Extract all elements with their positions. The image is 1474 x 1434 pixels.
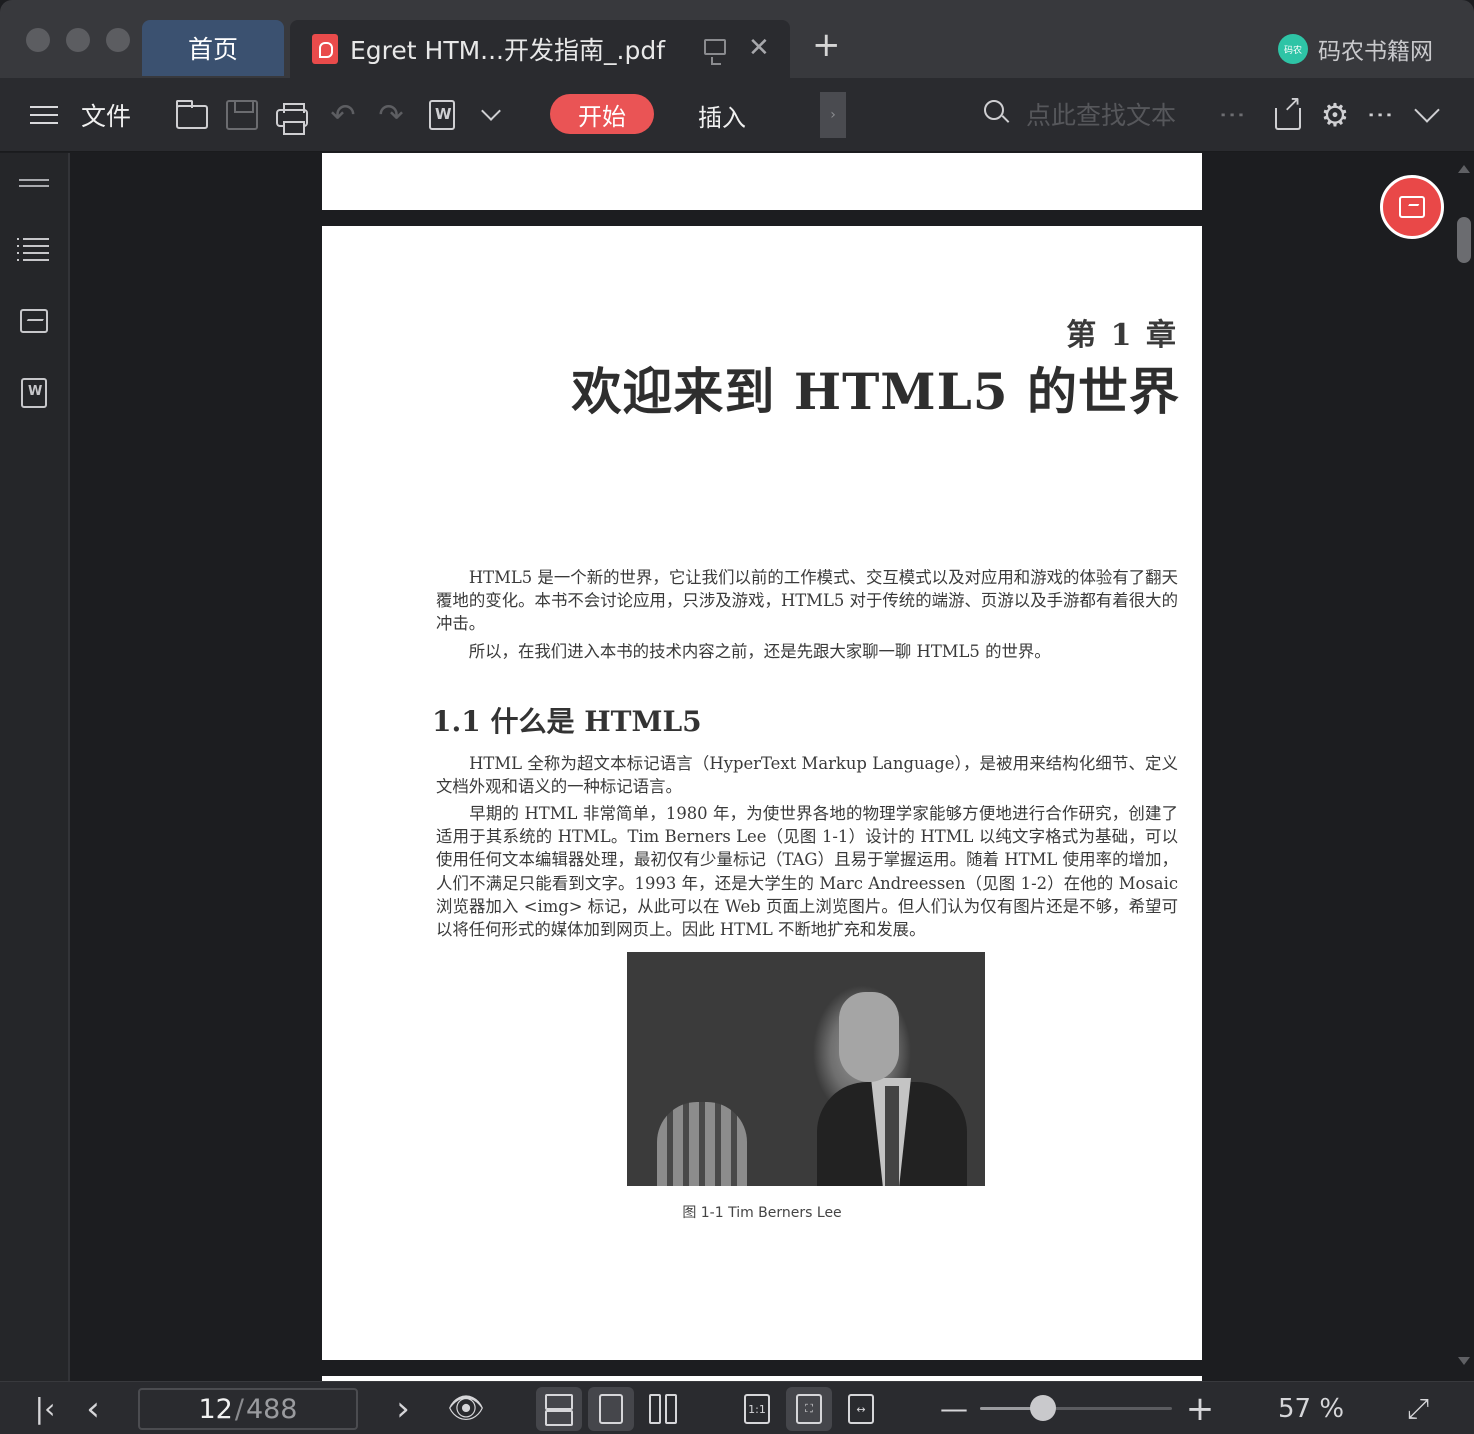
minimize-window-button[interactable]: [66, 28, 90, 52]
redo-button[interactable]: ↷: [374, 78, 408, 152]
sidebar-collapse-icon[interactable]: [16, 165, 52, 201]
section-paragraph-1: HTML 全称为超文本标记语言（HyperText Markup Languag…: [436, 754, 1178, 797]
close-window-button[interactable]: [26, 28, 50, 52]
chapter-title: 欢迎来到 HTML5 的世界: [571, 362, 1180, 421]
gear-icon: ⚙: [1320, 96, 1350, 134]
actual-size-icon: 1:1: [744, 1394, 770, 1424]
total-pages: 488: [245, 1393, 298, 1425]
monitor-icon[interactable]: [704, 39, 726, 65]
scroll-down-arrow[interactable]: [1458, 1357, 1470, 1365]
figure-caption: 图 1-1 Tim Berners Lee: [682, 1205, 842, 1221]
eye-protection-icon[interactable]: 👁: [446, 1382, 486, 1434]
intro-paragraph-2: 所以，在我们进入本书的技术内容之前，还是先跟大家聊一聊 HTML5 的世界。: [436, 642, 1051, 661]
maximize-window-button[interactable]: [106, 28, 130, 52]
left-sidebar: [0, 153, 70, 1381]
previous-page-button[interactable]: ‹: [80, 1382, 106, 1434]
collapse-toolbar-button[interactable]: [1412, 78, 1442, 152]
open-folder-button[interactable]: [174, 78, 210, 152]
continuous-page-icon: [545, 1394, 573, 1426]
zoom-in-button[interactable]: +: [1186, 1382, 1215, 1434]
zoom-slider[interactable]: [980, 1395, 1172, 1421]
menu-icon[interactable]: [28, 78, 60, 152]
convert-icon[interactable]: [16, 375, 52, 411]
save-button[interactable]: [224, 78, 260, 152]
file-menu[interactable]: 文件: [78, 78, 134, 152]
toolbar-tabs-scroll-button[interactable]: ›: [820, 92, 846, 138]
vertical-dots-icon: ⋮: [1217, 102, 1247, 128]
zoom-slider-handle[interactable]: [1030, 1395, 1057, 1421]
toolbar-overflow-button[interactable]: ⋮: [1217, 78, 1247, 152]
figure-photo: [627, 952, 985, 1186]
close-tab-icon[interactable]: ✕: [748, 34, 770, 62]
more-options-button[interactable]: ⋮: [1365, 78, 1395, 152]
save-icon: [226, 100, 258, 130]
next-page-button[interactable]: ›: [390, 1382, 416, 1434]
scroll-up-arrow[interactable]: [1458, 165, 1470, 173]
thumbnails-icon[interactable]: [16, 303, 52, 339]
page-separator: /: [234, 1393, 244, 1425]
print-button[interactable]: [274, 78, 310, 152]
single-page-view-button[interactable]: [588, 1387, 634, 1431]
outline-icon[interactable]: [16, 231, 52, 267]
fit-page-icon: ⛶: [796, 1394, 822, 1424]
pdf-file-icon: [312, 34, 338, 64]
pdf-page: 第 1 章 欢迎来到 HTML5 的世界 HTML5 是一个新的世界，它让我们以…: [322, 226, 1202, 1360]
search-input[interactable]: 点此查找文本: [1026, 96, 1176, 132]
new-tab-button[interactable]: +: [812, 28, 841, 62]
zoom-level[interactable]: 57 %: [1278, 1382, 1344, 1434]
print-icon: [276, 103, 308, 135]
settings-button[interactable]: ⚙: [1316, 78, 1354, 152]
brand-logo-icon: 码农: [1278, 34, 1308, 64]
tab-document[interactable]: Egret HTM...开发指南_.pdf ✕: [290, 20, 790, 78]
image-convert-icon: [1399, 196, 1425, 218]
single-page-icon: [599, 1394, 623, 1424]
pdf-to-word-icon: [429, 100, 455, 130]
tab-home-label: 首页: [187, 35, 238, 64]
section-paragraph-2: 早期的 HTML 非常简单，1980 年，为使世界各地的物理学家能够方便地进行合…: [436, 804, 1178, 940]
section-heading: 1.1 什么是 HTML5: [432, 705, 702, 738]
fit-width-icon: ↔: [848, 1394, 874, 1424]
tab-document-title: Egret HTM...开发指南_.pdf: [350, 36, 665, 65]
vertical-scrollbar[interactable]: [1454, 153, 1474, 1381]
continuous-view-button[interactable]: [536, 1387, 582, 1431]
fullscreen-icon[interactable]: ⤢: [1402, 1382, 1434, 1434]
chapter-number: 第 1 章: [1066, 318, 1178, 353]
brand-name: 码农书籍网: [1318, 39, 1433, 65]
fit-width-button[interactable]: ↔: [838, 1387, 884, 1431]
floating-convert-button[interactable]: [1380, 175, 1444, 239]
first-page-button[interactable]: |‹: [30, 1382, 60, 1434]
more-dots-icon: ⋮: [1365, 102, 1395, 128]
quick-access-dropdown[interactable]: [478, 78, 504, 152]
folder-icon: [176, 100, 208, 129]
double-page-view-button[interactable]: [640, 1387, 686, 1431]
main-toolbar: 文件 ↶ ↷ 插入 ⋮ ⚙ ⋮: [0, 78, 1474, 152]
double-page-icon: [649, 1394, 677, 1424]
document-viewport[interactable]: 第 1 章 欢迎来到 HTML5 的世界 HTML5 是一个新的世界，它让我们以…: [72, 153, 1454, 1381]
chevron-down-icon: [481, 101, 501, 121]
fit-page-button[interactable]: ⛶: [786, 1387, 832, 1431]
status-bar: |‹ ‹ 12 / 488 › 👁 1:1 ⛶ ↔ — + 57 % ⤢: [0, 1381, 1474, 1434]
search-icon[interactable]: [984, 100, 1010, 126]
chevron-down-icon: [1414, 97, 1440, 123]
zoom-out-button[interactable]: —: [940, 1382, 968, 1434]
share-icon: [1275, 92, 1301, 130]
previous-page: [322, 153, 1202, 210]
tab-home[interactable]: 首页: [142, 20, 284, 76]
scroll-thumb[interactable]: [1457, 217, 1471, 263]
share-button[interactable]: [1272, 78, 1304, 152]
current-page: 12: [198, 1393, 233, 1425]
page-number-field[interactable]: 12 / 488: [138, 1388, 358, 1430]
title-bar: 首页 Egret HTM...开发指南_.pdf ✕ + 码农 码农书籍网: [0, 0, 1474, 78]
convert-to-word-button[interactable]: [424, 78, 460, 152]
tab-start[interactable]: 开始: [550, 94, 654, 134]
intro-paragraph-1: HTML5 是一个新的世界，它让我们以前的工作模式、交互模式以及对应用和游戏的体…: [436, 568, 1178, 634]
tab-insert[interactable]: 插入: [690, 78, 754, 152]
actual-size-button[interactable]: 1:1: [734, 1387, 780, 1431]
undo-button[interactable]: ↶: [326, 78, 360, 152]
brand-badge: 码农 码农书籍网: [1278, 32, 1433, 66]
